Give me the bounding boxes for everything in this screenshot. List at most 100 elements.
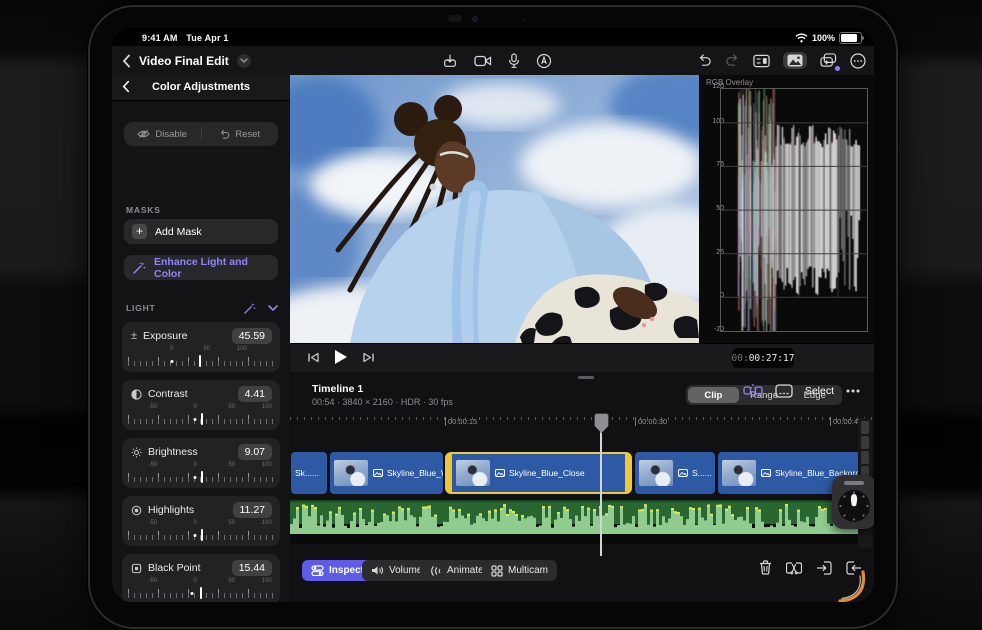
plus-icon: +	[132, 224, 147, 239]
redo-icon[interactable]	[725, 53, 740, 68]
light-auto-enhance-icon[interactable]	[243, 302, 256, 315]
video-preview[interactable]	[290, 75, 699, 343]
timeline-resize-handle[interactable]	[578, 376, 594, 379]
preview-frame-image	[290, 75, 699, 343]
waveform-chart	[720, 88, 868, 332]
brightness-slider[interactable]: -50 0 50 100	[128, 462, 274, 484]
contrast-value[interactable]: 4.41	[237, 386, 272, 402]
clip-2[interactable]: Skyline_Blue_Wide	[330, 452, 443, 494]
light-heading: LIGHT	[126, 303, 156, 313]
nav-bar: Video Final Edit	[112, 46, 874, 76]
play-icon[interactable]	[333, 349, 348, 365]
clip-3-selected[interactable]: Skyline_Blue_Close	[445, 452, 632, 494]
timeline-toolbar: Inspect Volume Animate Multicam	[290, 558, 874, 588]
volume-icon	[372, 566, 384, 575]
adjustment-black-point: Black Point 15.44 -50 0 50 100	[122, 554, 280, 602]
timeline-ruler[interactable]: 00:00:15 00:00:30 00:00:45	[290, 415, 874, 432]
add-mask-label: Add Mask	[155, 225, 202, 238]
enhance-light-color-button[interactable]: Enhance Light and Color	[124, 255, 278, 280]
project-menu-button[interactable]	[236, 53, 251, 68]
brightness-value[interactable]: 9.07	[237, 444, 272, 460]
clip-1[interactable]: Sk......	[291, 452, 327, 494]
browser-panel-icon[interactable]	[753, 54, 770, 68]
rgb-overlay-scope: RGB Overlay 120 100 75 50 25 0 -20	[699, 75, 874, 343]
multicam-button[interactable]: Multicam	[482, 560, 558, 581]
playhead-line	[600, 420, 602, 556]
brightness-icon	[131, 446, 142, 458]
light-collapse-chevron-icon[interactable]	[268, 305, 278, 311]
delete-clip-icon[interactable]	[759, 560, 772, 575]
clip-thumbnail	[456, 460, 490, 486]
clip-appearance-icon[interactable]	[775, 383, 793, 398]
skip-back-icon[interactable]	[307, 351, 320, 364]
jog-wheel[interactable]	[832, 475, 874, 529]
clip-thumbnail	[334, 460, 368, 486]
effects-badge-dot	[835, 66, 840, 71]
add-mask-button[interactable]: + Add Mask	[124, 219, 278, 244]
clip-track: Sk...... Skyline_Blue_Wide Skyline_Blue_…	[290, 452, 874, 494]
black-point-slider[interactable]: -50 0 50 100	[128, 578, 274, 600]
ipad-device-frame: 9:41 AM Tue Apr 1 100% Video Final Edit …	[88, 5, 898, 629]
highlights-value[interactable]: 11.27	[232, 502, 272, 518]
clip-thumbnail	[722, 460, 756, 486]
exposure-value[interactable]: 45.59	[231, 328, 272, 344]
timecode-hours: 00:	[731, 352, 749, 364]
jog-dial	[838, 490, 870, 522]
eye-off-icon	[137, 129, 151, 139]
effects-icon[interactable]	[820, 53, 837, 68]
timecode-rest: 00:27:17	[748, 352, 795, 364]
inspect-icon	[311, 565, 324, 576]
back-button[interactable]	[122, 54, 131, 68]
record-video-icon[interactable]	[474, 54, 492, 68]
ipad-screen: 9:41 AM Tue Apr 1 100% Video Final Edit …	[112, 28, 874, 602]
enhance-label: Enhance Light and Color	[154, 255, 248, 280]
timeline-more-icon[interactable]	[846, 389, 860, 393]
ruler-label-15s: 00:00:15	[445, 417, 477, 426]
status-time: 9:41 AM	[142, 33, 178, 43]
panel-header: Color Adjustments	[112, 75, 290, 101]
exposure-slider[interactable]: 0 50 100	[128, 346, 274, 368]
contrast-slider[interactable]: -50 0 50 100	[128, 404, 274, 426]
disable-reset-control: Disable Reset	[124, 122, 278, 146]
project-title: Video Final Edit	[139, 53, 229, 68]
brightness-label: Brightness	[148, 446, 198, 458]
stage: 9:41 AM Tue Apr 1 100% Video Final Edit …	[0, 0, 982, 630]
animate-icon	[431, 565, 441, 576]
pencil-stroke-decoration	[838, 570, 866, 602]
battery-icon	[839, 32, 864, 44]
contrast-icon	[131, 388, 142, 400]
sensor-dot	[522, 18, 525, 21]
highlights-icon	[131, 505, 142, 516]
audio-track[interactable]	[290, 500, 860, 544]
import-media-icon[interactable]	[442, 53, 458, 69]
status-bar: 9:41 AM Tue Apr 1 100%	[112, 28, 874, 46]
front-camera	[448, 15, 462, 22]
more-options-icon[interactable]	[850, 52, 866, 69]
disable-button[interactable]: Disable	[124, 129, 201, 140]
select-button[interactable]: Select	[805, 385, 834, 397]
blade-split-icon[interactable]	[786, 561, 802, 575]
status-date: Tue Apr 1	[186, 33, 229, 43]
black-point-value[interactable]: 15.44	[231, 560, 272, 576]
transport-bar: 00:00:27:17 74 %	[290, 343, 874, 374]
record-audio-icon[interactable]	[508, 52, 520, 69]
clip-4[interactable]: S......	[635, 452, 715, 494]
ruler-label-30s: 00:00:30	[635, 417, 667, 426]
highlights-slider[interactable]: -50 0 50 100	[128, 520, 274, 542]
pencil-tools-icon[interactable]	[536, 53, 552, 69]
magic-wand-icon	[132, 261, 146, 275]
media-library-icon[interactable]	[783, 52, 807, 69]
adjustment-contrast: Contrast 4.41 -50 0 50 100	[122, 380, 280, 430]
black-point-icon	[131, 563, 142, 574]
undo-icon[interactable]	[697, 53, 712, 68]
color-adjustments-panel: Color Adjustments Disable Reset MASKS + …	[112, 75, 291, 602]
reset-button[interactable]: Reset	[202, 129, 279, 140]
mode-clip[interactable]: Clip	[688, 387, 739, 403]
snapping-icon[interactable]	[743, 383, 763, 398]
exposure-label: Exposure	[143, 330, 188, 342]
skip-forward-icon[interactable]	[362, 351, 375, 364]
panel-title: Color Adjustments	[152, 81, 250, 93]
clip-thumbnail	[639, 460, 673, 486]
reset-label: Reset	[235, 128, 261, 140]
exposure-icon: ±	[131, 330, 138, 342]
